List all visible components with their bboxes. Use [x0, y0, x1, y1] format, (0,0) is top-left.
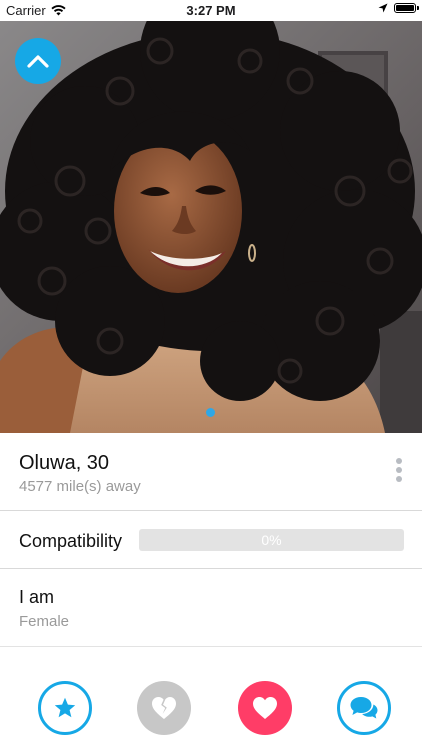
profile-name-age: Oluwa, 30: [19, 452, 110, 474]
gender-row: I am Female: [0, 569, 422, 647]
star-icon: [54, 697, 76, 718]
compatibility-row: Compatibility 0%: [0, 511, 422, 569]
chat-bubbles-icon: [350, 697, 378, 719]
profile-photo[interactable]: [0, 21, 422, 433]
status-bar: Carrier 3:27 PM: [0, 0, 422, 21]
clock: 3:27 PM: [186, 3, 236, 18]
more-dot: [396, 458, 402, 464]
profile-photo-image: [0, 21, 422, 433]
profile-distance: 4577 mile(s) away: [19, 478, 141, 495]
status-right: [378, 3, 419, 13]
heart-icon: [253, 697, 277, 719]
compatibility-percent: 0%: [261, 532, 282, 548]
gender-label: I am: [19, 587, 55, 607]
battery-icon: [394, 3, 419, 13]
more-dot: [396, 467, 402, 473]
action-bar: [0, 647, 422, 750]
compatibility-label: Compatibility: [19, 531, 123, 551]
broken-heart-icon: [152, 697, 176, 719]
more-dot: [396, 476, 402, 482]
profile-info: Oluwa, 30 4577 mile(s) away: [0, 433, 422, 511]
favorite-button[interactable]: [38, 681, 92, 735]
photo-page-indicator: [206, 408, 215, 417]
pass-button[interactable]: [137, 681, 191, 735]
compatibility-progress-bar: 0%: [139, 529, 404, 551]
chat-button[interactable]: [337, 681, 391, 735]
more-options-button[interactable]: [392, 458, 406, 488]
gender-value: Female: [19, 613, 70, 630]
like-button[interactable]: [238, 681, 292, 735]
collapse-button[interactable]: [15, 38, 61, 84]
chevron-up-icon: [27, 55, 49, 68]
location-arrow-icon: [378, 3, 388, 13]
